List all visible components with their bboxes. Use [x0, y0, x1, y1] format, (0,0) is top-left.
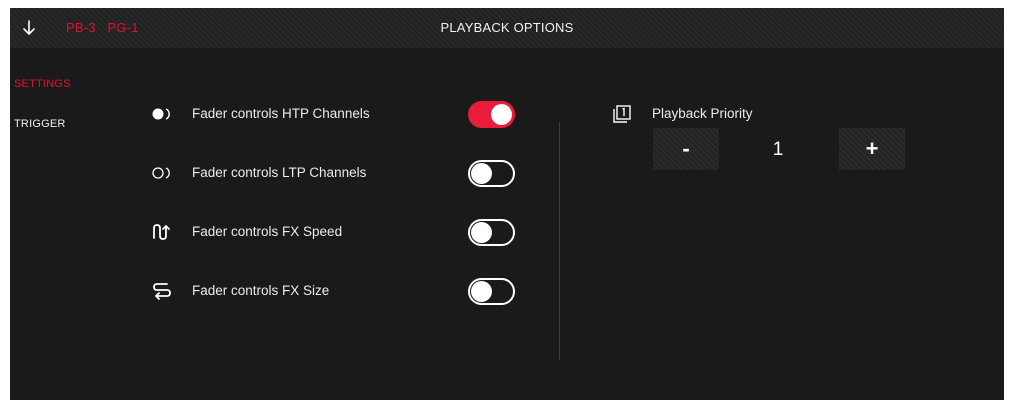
option-label-htp: Fader controls HTP Channels: [192, 106, 370, 121]
toggle-knob: [471, 163, 492, 184]
vertical-divider: [559, 122, 560, 360]
tab-trigger[interactable]: TRIGGER: [14, 118, 66, 130]
decrease-priority-button[interactable]: -: [653, 128, 719, 170]
playback-options-window: PB-3 PG-1 PLAYBACK OPTIONS SETTINGS TRIG…: [10, 8, 1004, 400]
option-label-ltp: Fader controls LTP Channels: [192, 165, 367, 180]
tab-settings[interactable]: SETTINGS: [14, 78, 71, 90]
priority-value: 1: [772, 139, 784, 160]
toggle-knob: [491, 104, 512, 125]
outline-circle-icon: [150, 164, 174, 182]
window-title: PLAYBACK OPTIONS: [440, 20, 574, 35]
fx-size-icon: [150, 282, 174, 300]
option-label-fx-speed: Fader controls FX Speed: [192, 224, 343, 239]
toggle-ltp[interactable]: [468, 160, 515, 187]
toggle-htp[interactable]: [468, 101, 515, 128]
filled-circle-icon: [150, 105, 174, 123]
option-row-htp: Fader controls HTP Channels: [150, 100, 520, 128]
option-row-fx-speed: Fader controls FX Speed: [150, 218, 520, 246]
header-bar: PB-3 PG-1 PLAYBACK OPTIONS: [10, 8, 1004, 48]
priority-icon: [613, 105, 631, 123]
playback-priority-label: Playback Priority: [652, 106, 753, 121]
option-label-fx-size: Fader controls FX Size: [192, 283, 330, 298]
option-row-fx-size: Fader controls FX Size: [150, 277, 520, 305]
increase-priority-button[interactable]: +: [839, 128, 905, 170]
toggle-fx-size[interactable]: [468, 278, 515, 305]
toggle-knob: [471, 281, 492, 302]
toggle-fx-speed[interactable]: [468, 219, 515, 246]
toggle-knob: [471, 222, 492, 243]
option-row-ltp: Fader controls LTP Channels: [150, 159, 520, 187]
fx-speed-icon: [150, 223, 174, 241]
